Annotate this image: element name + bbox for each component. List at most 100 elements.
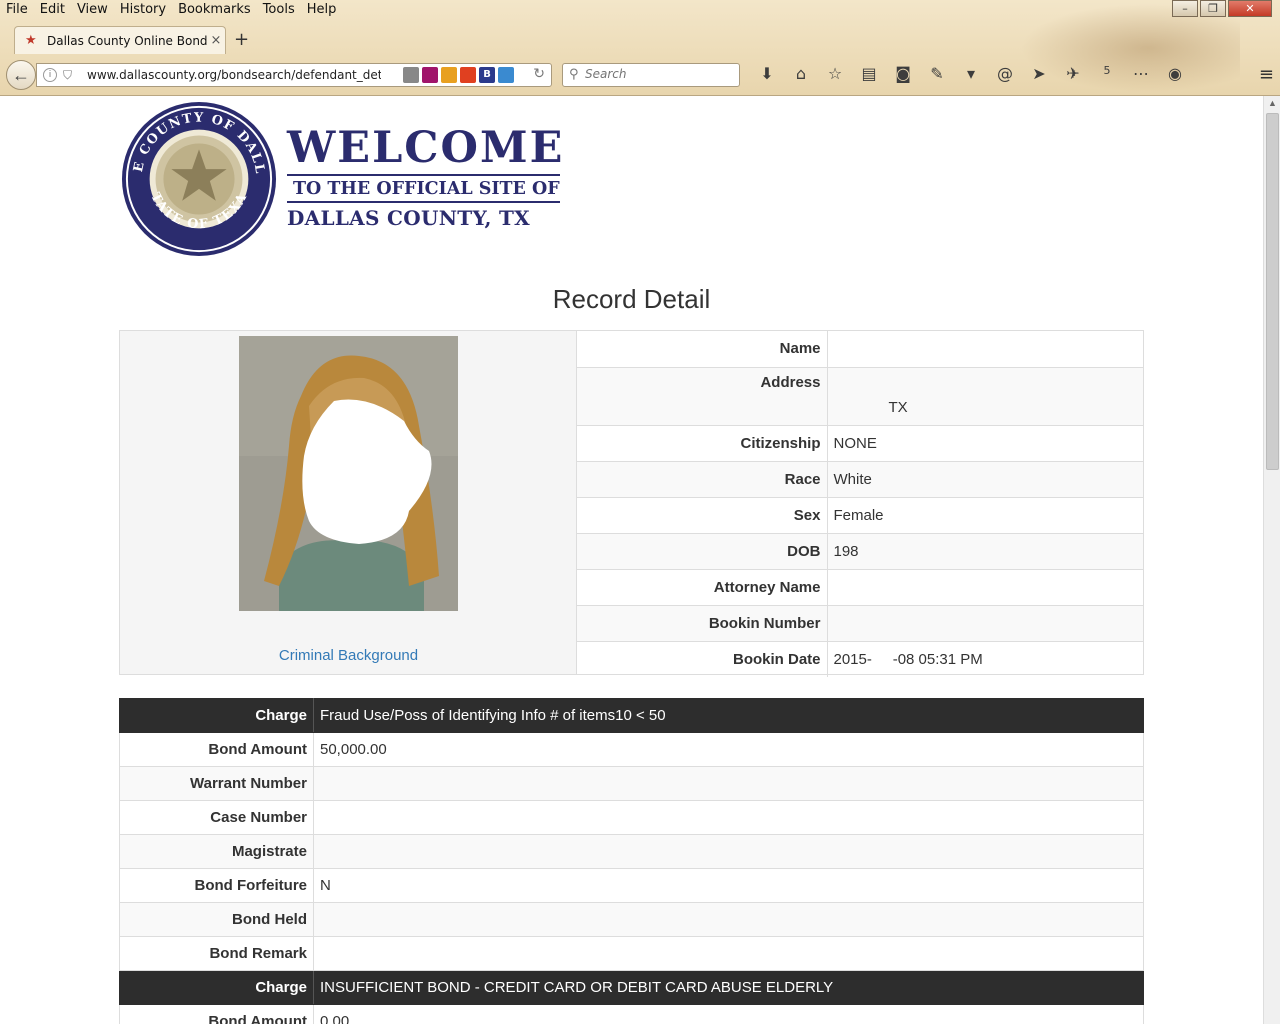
bookmark-star-icon[interactable]: ☆ bbox=[818, 64, 852, 83]
criminal-background-link[interactable]: Criminal Background bbox=[120, 647, 577, 664]
value-race: White bbox=[827, 461, 1143, 498]
label-bond-amount: Bond Amount bbox=[119, 1004, 314, 1024]
label-race: Race bbox=[577, 461, 828, 498]
value-bond-held bbox=[313, 902, 1144, 937]
info-row-name: Name bbox=[577, 331, 1143, 368]
shield-icon[interactable]: ⛉ bbox=[63, 68, 75, 82]
charge-row: Bond Remark bbox=[119, 936, 1144, 971]
defendant-photo bbox=[239, 336, 458, 611]
page-title: Record Detail bbox=[552, 284, 711, 314]
charge-row: Warrant Number bbox=[119, 766, 1144, 801]
label-magistrate: Magistrate bbox=[119, 834, 314, 869]
tab-close-icon[interactable]: × bbox=[207, 33, 225, 48]
address-line-2: TX bbox=[888, 398, 908, 416]
value-name bbox=[827, 331, 1143, 368]
charge-header-row: Charge INSUFFICIENT BOND - CREDIT CARD O… bbox=[119, 970, 1144, 1005]
tab-title: Dallas County Online Bond... bbox=[47, 33, 207, 48]
reload-icon[interactable]: ↻ bbox=[533, 66, 545, 82]
charges-table: Charge Fraud Use/Poss of Identifying Inf… bbox=[119, 698, 1144, 1024]
charge-row: Bond Amount 50,000.00 bbox=[119, 732, 1144, 767]
info-row-bookin-date: Bookin Date 2015- -08 05:31 PM bbox=[577, 641, 1143, 677]
window-controls: – ❐ ✕ bbox=[1170, 0, 1272, 17]
browser-chrome: File Edit View History Bookmarks Tools H… bbox=[0, 0, 1280, 96]
send-icon[interactable]: ➤ bbox=[1022, 64, 1056, 83]
maximize-button[interactable]: ❐ bbox=[1200, 0, 1226, 17]
menu-help[interactable]: Help bbox=[301, 0, 343, 20]
b-extension-icon[interactable]: B bbox=[479, 67, 495, 83]
info-row-sex: Sex Female bbox=[577, 497, 1143, 534]
feed-icon[interactable] bbox=[460, 67, 476, 83]
eyedropper-icon[interactable]: ✎ bbox=[920, 64, 954, 83]
county-name: DALLAS COUNTY, TX bbox=[287, 206, 530, 230]
pocket-icon[interactable]: ◙ bbox=[886, 64, 920, 83]
defendant-info-table: Name Address TX Citizenship NONE Race Wh… bbox=[577, 331, 1143, 677]
label-bookin-date: Bookin Date bbox=[577, 641, 828, 677]
value-attorney bbox=[827, 569, 1143, 606]
menu-tools[interactable]: Tools bbox=[257, 0, 301, 20]
menu-hamburger-icon[interactable]: ≡ bbox=[1259, 64, 1274, 85]
info-row-bookin-number: Bookin Number bbox=[577, 605, 1143, 642]
graph-icon[interactable] bbox=[441, 67, 457, 83]
charge-header-row: Charge Fraud Use/Poss of Identifying Inf… bbox=[119, 698, 1144, 733]
page-tool-icon[interactable] bbox=[403, 67, 419, 83]
home-icon[interactable]: ⌂ bbox=[784, 64, 818, 83]
value-bond-amount: 50,000.00 bbox=[313, 732, 1144, 767]
label-bond-forfeiture: Bond Forfeiture bbox=[119, 868, 314, 903]
menu-edit[interactable]: Edit bbox=[34, 0, 71, 20]
new-tab-button[interactable]: + bbox=[234, 29, 249, 50]
reading-list-icon[interactable]: ▤ bbox=[852, 64, 886, 83]
label-warrant-number: Warrant Number bbox=[119, 766, 314, 801]
search-bar[interactable]: ⚲ bbox=[562, 63, 740, 87]
tools-icon[interactable]: ✈ bbox=[1056, 64, 1090, 83]
value-sex: Female bbox=[827, 497, 1143, 534]
overflow-icon[interactable]: ⋯ bbox=[1124, 64, 1158, 83]
charge-row: Bond Held bbox=[119, 902, 1144, 937]
wave-icon[interactable] bbox=[498, 67, 514, 83]
address-line-1 bbox=[834, 377, 1138, 399]
close-window-button[interactable]: ✕ bbox=[1228, 0, 1272, 17]
scrollbar-thumb[interactable] bbox=[1266, 113, 1279, 470]
url-bar-extensions: B bbox=[403, 67, 514, 83]
back-button[interactable]: ← bbox=[6, 60, 36, 90]
value-bookin-date: 2015- -08 05:31 PM bbox=[833, 650, 983, 668]
info-row-attorney: Attorney Name bbox=[577, 569, 1143, 606]
welcome-subtitle: TO THE OFFICIAL SITE OF bbox=[287, 174, 560, 203]
menu-history[interactable]: History bbox=[114, 0, 172, 20]
scroll-up-arrow-icon[interactable]: ▲ bbox=[1268, 98, 1277, 108]
extension-icon[interactable]: @ bbox=[988, 64, 1022, 83]
charge-row: Magistrate bbox=[119, 834, 1144, 869]
menu-bar: File Edit View History Bookmarks Tools H… bbox=[0, 0, 342, 20]
url-bar[interactable]: i ⛉ www.dallascounty.org/bondsearch/defe… bbox=[36, 63, 552, 87]
menu-bookmarks[interactable]: Bookmarks bbox=[172, 0, 257, 20]
value-case-number bbox=[313, 800, 1144, 835]
menu-view[interactable]: View bbox=[71, 0, 114, 20]
label-address: Address bbox=[577, 367, 828, 426]
charge-row: Bond Amount 0.00 bbox=[119, 1004, 1144, 1024]
value-bond-remark bbox=[313, 936, 1144, 971]
minimize-button[interactable]: – bbox=[1172, 0, 1198, 17]
charge-row: Case Number bbox=[119, 800, 1144, 835]
label-bond-amount: Bond Amount bbox=[119, 732, 314, 767]
label-name: Name bbox=[577, 331, 828, 368]
feather-icon[interactable] bbox=[422, 67, 438, 83]
label-bond-held: Bond Held bbox=[119, 902, 314, 937]
dropdown-icon[interactable]: ▾ bbox=[954, 64, 988, 83]
page-scrollbar[interactable]: ▲ bbox=[1263, 96, 1280, 1024]
badge-icon[interactable]: 5 bbox=[1090, 64, 1124, 83]
menu-file[interactable]: File bbox=[0, 0, 34, 20]
url-text[interactable]: www.dallascounty.org/bondsearch/defendan… bbox=[87, 68, 381, 82]
value-bond-forfeiture: N bbox=[313, 868, 1144, 903]
label-citizenship: Citizenship bbox=[577, 425, 828, 462]
download-icon[interactable]: ⬇ bbox=[750, 64, 784, 83]
charge-row: Bond Forfeiture N bbox=[119, 868, 1144, 903]
value-address: TX bbox=[827, 367, 1143, 426]
site-info-icon[interactable]: i bbox=[43, 68, 57, 82]
county-seal: THE COUNTY OF DALLAS STATE OF TEXAS bbox=[120, 100, 277, 257]
label-bond-remark: Bond Remark bbox=[119, 936, 314, 971]
profile-icon[interactable]: ◉ bbox=[1158, 64, 1192, 83]
value-magistrate bbox=[313, 834, 1144, 869]
browser-tab[interactable]: ★ Dallas County Online Bond... × bbox=[14, 26, 226, 54]
value-bond-amount: 0.00 bbox=[313, 1004, 1144, 1024]
county-logo[interactable]: THE COUNTY OF DALLAS STATE OF TEXAS WELC… bbox=[120, 100, 562, 260]
search-input[interactable] bbox=[585, 67, 735, 81]
